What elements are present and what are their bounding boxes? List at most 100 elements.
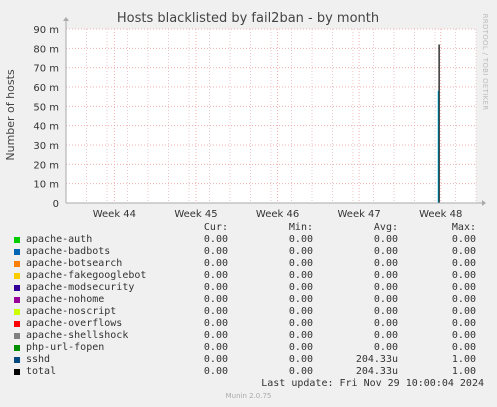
legend-header-max: Max: [451, 222, 476, 233]
y-tick-label: 70 m [33, 64, 59, 75]
legend-value-avg: 0.00 [373, 342, 398, 353]
legend-value-max: 0.00 [451, 258, 476, 269]
x-tick-label: Week 46 [256, 209, 299, 220]
x-tick-label: Week 48 [419, 209, 462, 220]
legend-row-apache-badbots: apache-badbots 0.00 0.00 0.00 0.00 [10, 246, 488, 258]
legend-value-max: 1.00 [451, 354, 476, 365]
legend-swatch-apache-noscript [14, 309, 20, 315]
legend-value-max: 0.00 [451, 330, 476, 341]
legend-rows: apache-auth 0.00 0.00 0.00 0.00 apache-badbot… [10, 234, 488, 378]
legend-header-min: Min: [288, 222, 313, 233]
y-tick-label: 10 m [33, 180, 59, 191]
legend-series-name: apache-botsearch [26, 258, 123, 269]
x-tick-label: Week 44 [93, 209, 136, 220]
legend-series-name: apache-overflows [26, 318, 123, 329]
legend-swatch-apache-botsearch [14, 261, 20, 267]
legend-value-avg: 0.00 [373, 306, 398, 317]
legend-value-max: 0.00 [451, 342, 476, 353]
legend-series-name: apache-auth [26, 234, 93, 245]
legend-value-avg: 0.00 [373, 294, 398, 305]
y-tick-label: 90 m [33, 25, 59, 36]
legend-swatch-total [14, 369, 20, 375]
legend-value-max: 0.00 [451, 294, 476, 305]
legend-header-row: Cur: Min: Avg: Max: [10, 222, 488, 234]
legend-header-cur: Cur: [203, 222, 228, 233]
legend-value-avg: 0.00 [373, 270, 398, 281]
y-axis-arrow [63, 17, 69, 21]
legend-value-avg: 204.33u [355, 366, 398, 377]
legend-series-name: total [26, 366, 57, 377]
legend-swatch-apache-nohome [14, 297, 20, 303]
legend-series-name: apache-badbots [26, 246, 111, 257]
legend-row-apache-botsearch: apache-botsearch 0.00 0.00 0.00 0.00 [10, 258, 488, 270]
legend-series-name: apache-nohome [26, 294, 105, 305]
plot-layer: 0 10 m 20 m 30 m 40 m 50 m 60 m 70 m 80 m 90 m Wee… [33, 17, 486, 220]
legend-value-max: 0.00 [451, 306, 476, 317]
legend-swatch-apache-modsecurity [14, 285, 20, 291]
legend-value-cur: 0.00 [203, 270, 228, 281]
chart-area: Hosts blacklisted by fail2ban - by month… [4, 11, 489, 220]
legend-value-min: 0.00 [288, 330, 313, 341]
y-tick-label: 80 m [33, 44, 59, 55]
legend-series-name: apache-shellshock [26, 330, 129, 341]
legend-value-min: 0.00 [288, 258, 313, 269]
y-tick-label: 60 m [33, 83, 59, 94]
legend-value-min: 0.00 [288, 282, 313, 293]
legend-row-apache-overflows: apache-overflows 0.00 0.00 0.00 0.00 [10, 318, 488, 330]
legend-value-avg: 0.00 [373, 234, 398, 245]
legend-row-apache-noscript: apache-noscript 0.00 0.00 0.00 0.00 [10, 306, 488, 318]
legend-row-apache-auth: apache-auth 0.00 0.00 0.00 0.00 [10, 234, 488, 246]
legend-header-avg: Avg: [373, 222, 398, 233]
legend-value-cur: 0.00 [203, 234, 228, 245]
legend-swatch-apache-overflows [14, 321, 20, 327]
legend-swatch-php-url-fopen [14, 345, 20, 351]
legend-value-cur: 0.00 [203, 282, 228, 293]
legend-row-php-url-fopen: php-url-fopen 0.00 0.00 0.00 0.00 [10, 342, 488, 354]
legend-value-min: 0.00 [288, 246, 313, 257]
legend-series-name: apache-modsecurity [26, 282, 135, 293]
x-tick-label: Week 45 [174, 209, 217, 220]
legend-value-max: 0.00 [451, 318, 476, 329]
y-axis-label: Number of hosts [4, 69, 17, 161]
x-axis-arrow [482, 200, 486, 206]
legend-value-min: 0.00 [288, 270, 313, 281]
legend-value-cur: 0.00 [203, 258, 228, 269]
legend-row-sshd: sshd 0.00 0.00 204.33u 1.00 [10, 354, 488, 366]
legend-row-total: total 0.00 0.00 204.33u 1.00 [10, 366, 488, 378]
legend-series-name: php-url-fopen [26, 342, 105, 353]
legend-value-cur: 0.00 [203, 342, 228, 353]
legend-value-min: 0.00 [288, 366, 313, 377]
legend-row-apache-nohome: apache-nohome 0.00 0.00 0.00 0.00 [10, 294, 488, 306]
legend-value-min: 0.00 [288, 354, 313, 365]
legend-value-cur: 0.00 [203, 354, 228, 365]
legend-value-min: 0.00 [288, 342, 313, 353]
y-tick-label: 20 m [33, 160, 59, 171]
legend-value-cur: 0.00 [203, 318, 228, 329]
legend-value-avg: 0.00 [373, 318, 398, 329]
munin-version-footer: Munin 2.0.75 [225, 392, 272, 400]
legend-value-avg: 0.00 [373, 246, 398, 257]
legend-table: Cur: Min: Avg: Max: apache-auth 0.00 0.00 0… [10, 222, 488, 378]
legend-value-cur: 0.00 [203, 306, 228, 317]
legend-row-apache-fakegooglebot: apache-fakegooglebot 0.00 0.00 0.00 0.00 [10, 270, 488, 282]
legend-row-apache-shellshock: apache-shellshock 0.00 0.00 0.00 0.00 [10, 330, 488, 342]
legend-value-max: 0.00 [451, 282, 476, 293]
legend-value-max: 1.00 [451, 366, 476, 377]
y-tick-label: 40 m [33, 122, 59, 133]
legend-value-min: 0.00 [288, 294, 313, 305]
munin-graph: Hosts blacklisted by fail2ban - by month… [0, 0, 497, 407]
legend-series-name: apache-fakegooglebot [26, 270, 147, 281]
legend-value-cur: 0.00 [203, 366, 228, 377]
legend-value-max: 0.00 [451, 234, 476, 245]
legend-value-min: 0.00 [288, 234, 313, 245]
legend-swatch-apache-fakegooglebot [14, 273, 20, 279]
y-tick-label: 50 m [33, 102, 59, 113]
legend-value-cur: 0.00 [203, 330, 228, 341]
legend-value-avg: 0.00 [373, 258, 398, 269]
legend-value-max: 0.00 [451, 270, 476, 281]
legend-row-apache-modsecurity: apache-modsecurity 0.00 0.00 0.00 0.00 [10, 282, 488, 294]
y-tick-label: 0 [53, 199, 59, 210]
legend-value-avg: 0.00 [373, 330, 398, 341]
rrdtool-watermark: RRDTOOL / TOBI OETIKER [481, 14, 489, 111]
legend-value-min: 0.00 [288, 306, 313, 317]
